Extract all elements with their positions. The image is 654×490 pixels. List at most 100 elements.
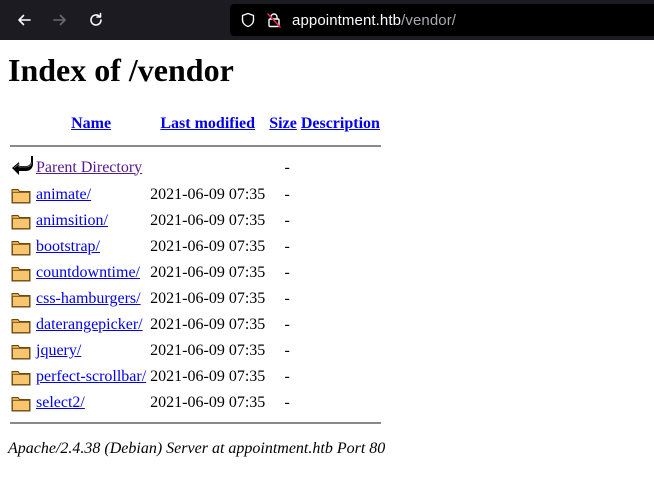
- back-button[interactable]: [12, 8, 36, 32]
- table-row: animsition/2021-06-09 07:35 -: [10, 209, 381, 233]
- forward-button[interactable]: [48, 8, 72, 32]
- insecure-lock-icon[interactable]: [266, 12, 282, 28]
- modified-cell: 2021-06-09 07:35: [150, 238, 266, 255]
- table-row: jquery/2021-06-09 07:35 -: [10, 339, 381, 363]
- last-modified-header: Last modified: [149, 110, 266, 138]
- sort-by-description-link[interactable]: Description: [301, 115, 380, 132]
- description-cell: [300, 261, 381, 285]
- folder-icon: [11, 319, 31, 334]
- icon-cell: [10, 339, 33, 363]
- folder-link[interactable]: css-hamburgers/: [36, 290, 141, 307]
- modified-cell: 2021-06-09 07:35: [150, 290, 266, 307]
- url-host: appointment.htb: [292, 12, 402, 29]
- folder-link[interactable]: daterangepicker/: [36, 316, 143, 333]
- modified-cell: [149, 154, 266, 181]
- folder-link[interactable]: select2/: [36, 394, 85, 411]
- folder-icon: [11, 189, 31, 204]
- divider: [10, 422, 381, 424]
- description-cell: [300, 183, 381, 207]
- arrow-right-icon: [53, 14, 66, 26]
- icon-header: [10, 110, 33, 138]
- table-row: animate/2021-06-09 07:35 -: [10, 183, 381, 207]
- parent-directory-link[interactable]: Parent Directory: [36, 159, 142, 176]
- description-cell: [300, 365, 381, 389]
- description-cell: [300, 154, 381, 181]
- modified-cell: 2021-06-09 07:35: [150, 186, 266, 203]
- folder-icon: [11, 293, 31, 308]
- url-path: /vendor/: [401, 12, 457, 29]
- sort-by-name-link[interactable]: Name: [71, 115, 111, 132]
- size-cell: -: [284, 316, 290, 333]
- modified-cell: 2021-06-09 07:35: [150, 394, 266, 411]
- reload-button[interactable]: [84, 8, 108, 32]
- icon-cell: [10, 365, 33, 389]
- name-cell: animsition/: [35, 209, 147, 233]
- folder-link[interactable]: bootstrap/: [36, 238, 100, 255]
- folder-icon: [11, 397, 31, 412]
- divider-row: [10, 140, 381, 152]
- modified-cell: 2021-06-09 07:35: [150, 316, 266, 333]
- description-cell: [300, 235, 381, 259]
- folder-link[interactable]: jquery/: [36, 342, 81, 359]
- sort-by-size-link[interactable]: Size: [269, 115, 297, 132]
- directory-listing: Name Last modified Size Description Pare…: [8, 108, 383, 431]
- parent-row: Parent Directory -: [10, 154, 381, 181]
- header-row: Name Last modified Size Description: [10, 110, 381, 138]
- url-text[interactable]: appointment.htb/vendor/: [292, 12, 456, 29]
- folder-link[interactable]: animsition/: [36, 212, 108, 229]
- folder-link[interactable]: animate/: [36, 186, 91, 203]
- folder-icon: [11, 345, 31, 360]
- folder-icon: [11, 371, 31, 386]
- divider-row: [10, 417, 381, 429]
- name-cell: jquery/: [35, 339, 147, 363]
- name-cell: css-hamburgers/: [35, 287, 147, 311]
- name-cell: daterangepicker/: [35, 313, 147, 337]
- size-cell: -: [284, 264, 290, 281]
- name-cell: bootstrap/: [35, 235, 147, 259]
- folder-icon: [11, 241, 31, 256]
- divider-cell: [10, 417, 381, 429]
- modified-cell: 2021-06-09 07:35: [150, 212, 266, 229]
- icon-cell: [10, 261, 33, 285]
- description-cell: [300, 209, 381, 233]
- table-row: bootstrap/2021-06-09 07:35 -: [10, 235, 381, 259]
- size-cell: -: [284, 186, 290, 203]
- shield-icon[interactable]: [240, 12, 256, 28]
- description-cell: [300, 339, 381, 363]
- browser-toolbar: appointment.htb/vendor/: [0, 0, 654, 40]
- name-cell: countdowntime/: [35, 261, 147, 285]
- description-cell: [300, 313, 381, 337]
- divider: [10, 145, 381, 147]
- sort-by-last-modified-link[interactable]: Last modified: [160, 115, 255, 132]
- table-row: daterangepicker/2021-06-09 07:35 -: [10, 313, 381, 337]
- icon-cell: [10, 183, 33, 207]
- folder-link[interactable]: perfect-scrollbar/: [36, 368, 146, 385]
- description-header: Description: [300, 110, 381, 138]
- table-row: countdowntime/2021-06-09 07:35 -: [10, 261, 381, 285]
- url-bar[interactable]: appointment.htb/vendor/: [230, 4, 654, 36]
- modified-cell: 2021-06-09 07:35: [150, 368, 266, 385]
- icon-cell: [10, 235, 33, 259]
- size-cell: -: [284, 342, 290, 359]
- icon-cell: [10, 287, 33, 311]
- size-cell: -: [284, 368, 290, 385]
- table-row: css-hamburgers/2021-06-09 07:35 -: [10, 287, 381, 311]
- size-cell: -: [284, 158, 290, 176]
- table-row: perfect-scrollbar/2021-06-09 07:35 -: [10, 365, 381, 389]
- description-cell: [300, 287, 381, 311]
- description-cell: [300, 391, 381, 415]
- folder-icon: [11, 267, 31, 282]
- modified-cell: 2021-06-09 07:35: [150, 264, 266, 281]
- name-cell: animate/: [35, 183, 147, 207]
- folder-link[interactable]: countdowntime/: [36, 264, 140, 281]
- server-signature: Apache/2.4.38 (Debian) Server at appoint…: [8, 440, 386, 457]
- page-title: Index of /vendor: [8, 52, 234, 88]
- name-cell: select2/: [35, 391, 147, 415]
- divider-cell: [10, 140, 381, 152]
- arrow-left-icon: [18, 14, 31, 26]
- size-header: Size: [268, 110, 298, 138]
- icon-cell: [10, 209, 33, 233]
- folder-icon: [11, 215, 31, 230]
- size-cell: -: [284, 394, 290, 411]
- icon-cell: [10, 391, 33, 415]
